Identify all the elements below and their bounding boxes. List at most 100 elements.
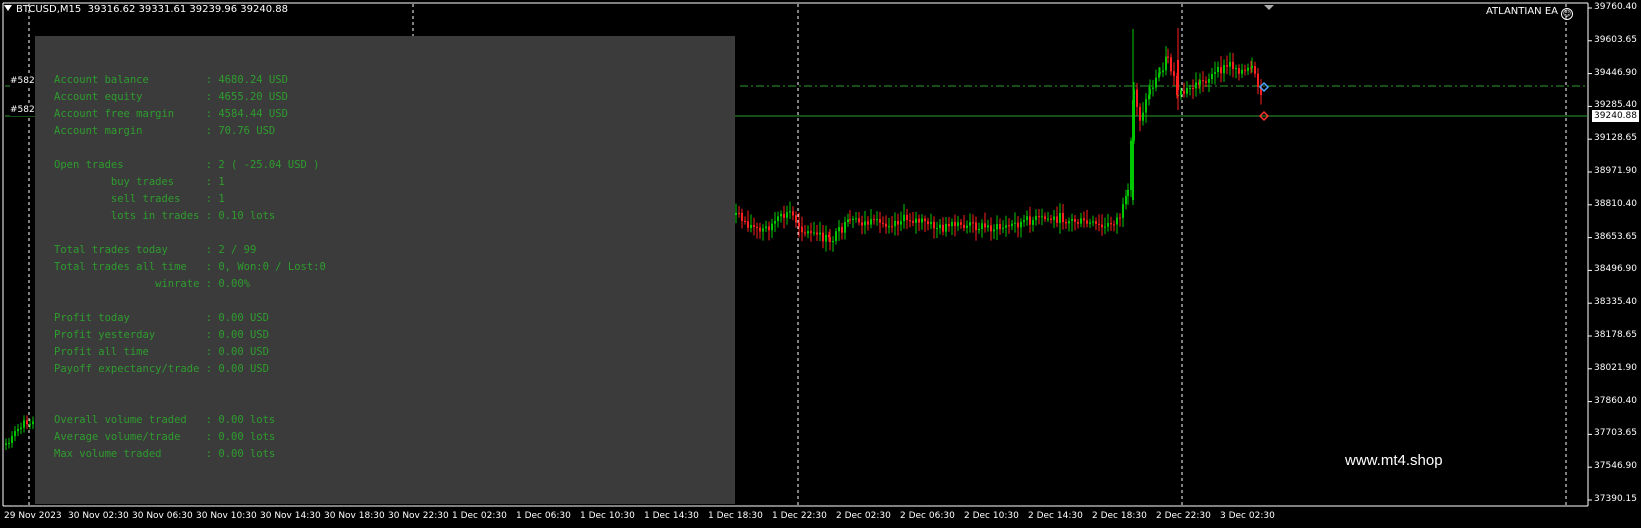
candle-body	[933, 221, 935, 229]
candle-body	[1177, 60, 1179, 90]
candle-body	[987, 225, 989, 228]
info-line: Profit today : 0.00 USD	[54, 312, 269, 324]
candle-body	[1217, 67, 1219, 73]
candle-body	[1071, 219, 1073, 221]
candle-body	[11, 436, 13, 443]
info-line: Max volume traded : 0.00 lots	[54, 448, 276, 460]
time-tick-label: 2 Dec 10:30	[964, 511, 1019, 521]
candle-body	[951, 222, 953, 227]
ea-name: ATLANTIAN EA	[1485, 6, 1558, 17]
candle-body	[1065, 222, 1067, 224]
candle-body	[1008, 225, 1010, 227]
candle-body	[29, 424, 31, 426]
candle-body	[1183, 90, 1185, 94]
time-tick-label: 3 Dec 02:30	[1220, 511, 1275, 521]
candle-body	[1110, 223, 1112, 225]
candle-body	[1107, 223, 1109, 227]
candle-body	[945, 224, 947, 232]
candle-body	[765, 226, 767, 229]
candle-body	[927, 221, 929, 225]
candle-body	[1226, 65, 1228, 67]
candle-body	[948, 224, 950, 227]
time-tick-label: 1 Dec 14:30	[644, 511, 699, 521]
candle-body	[1059, 213, 1061, 223]
candle-body	[1142, 112, 1144, 121]
candle-body	[1189, 87, 1191, 89]
candle-body	[882, 222, 884, 224]
candle-body	[832, 240, 834, 243]
candle-body	[777, 216, 779, 222]
candle-body	[750, 225, 752, 228]
smiley-icon[interactable]: ☺	[1561, 8, 1573, 20]
candle-body	[816, 232, 818, 235]
expert-advisor-label[interactable]: ATLANTIAN EA ☺	[1486, 6, 1573, 20]
candle-body	[1152, 87, 1154, 89]
candle-body	[1089, 222, 1091, 224]
info-line: lots in trades : 0.10 lots	[54, 210, 276, 222]
candle-body	[1211, 74, 1213, 79]
price-tick-label: 38021.90	[1594, 362, 1637, 373]
candle-body	[1038, 216, 1040, 218]
candle-body	[1192, 87, 1194, 89]
candle-body	[1205, 81, 1207, 83]
candle-body	[1104, 226, 1106, 228]
candle-body	[829, 237, 831, 243]
candle-body	[1101, 224, 1103, 228]
candle-body	[912, 220, 914, 223]
candle-body	[921, 218, 923, 223]
candle-body	[844, 222, 846, 233]
candle-body	[825, 234, 827, 242]
candle-body	[993, 229, 995, 232]
candle-body	[1095, 221, 1097, 224]
time-tick-label: 2 Dec 22:30	[1156, 511, 1211, 521]
candle-body	[747, 221, 749, 228]
time-tick-label: 30 Nov 02:30	[68, 511, 129, 521]
candle-body	[978, 228, 980, 231]
candle-body	[1113, 224, 1115, 226]
price-tick-label: 38971.90	[1594, 166, 1637, 176]
candle-body	[1023, 220, 1025, 222]
time-tick-label: 30 Nov 06:30	[132, 511, 193, 521]
candle-body	[858, 218, 860, 223]
candle-body	[981, 223, 983, 229]
time-tick-label: 1 Dec 18:30	[708, 511, 763, 521]
current-price-label: 39240.88	[1592, 110, 1639, 122]
candle-body	[1083, 218, 1085, 221]
candle-body	[23, 420, 25, 428]
candle-body	[1032, 220, 1034, 225]
candle-body	[786, 212, 788, 218]
candle-body	[1235, 68, 1237, 70]
candle-body	[1077, 221, 1079, 224]
candle-body	[849, 219, 851, 221]
candle-body	[14, 431, 16, 437]
candle-body	[1208, 78, 1210, 83]
info-line: Open trades : 2 ( -25.04 USD )	[54, 159, 320, 171]
info-line: Account balance : 4680.24 USD	[54, 74, 288, 86]
candle-body	[990, 225, 992, 232]
time-tick-label: 30 Nov 18:30	[324, 511, 385, 521]
candle-body	[900, 221, 902, 225]
candle-body	[1155, 77, 1157, 88]
candle-body	[813, 232, 815, 234]
chart-shift-marker[interactable]	[1264, 5, 1274, 10]
candle-body	[1044, 216, 1046, 219]
candle-body	[1062, 213, 1064, 223]
candle-body	[1098, 223, 1100, 225]
price-tick-label: 38653.65	[1594, 231, 1637, 242]
time-tick-label: 30 Nov 14:30	[260, 511, 321, 521]
candle-body	[876, 219, 878, 221]
candle-body	[1159, 72, 1161, 74]
info-line: buy trades : 1	[54, 176, 225, 188]
candle-body	[1241, 69, 1243, 74]
candle-body	[870, 219, 872, 225]
info-line: Payoff expectancy/trade : 0.00 USD	[54, 363, 269, 375]
price-tick-label: 37546.90	[1594, 461, 1637, 472]
candle-body	[759, 227, 761, 232]
candle-body	[1005, 225, 1007, 228]
info-line: Profit all time : 0.00 USD	[54, 346, 269, 358]
candle-body	[1254, 66, 1256, 74]
chevron-down-icon[interactable]	[4, 5, 12, 11]
time-tick-label: 30 Nov 22:30	[388, 511, 449, 521]
candle-body	[999, 224, 1001, 230]
candle-body	[1173, 71, 1175, 76]
